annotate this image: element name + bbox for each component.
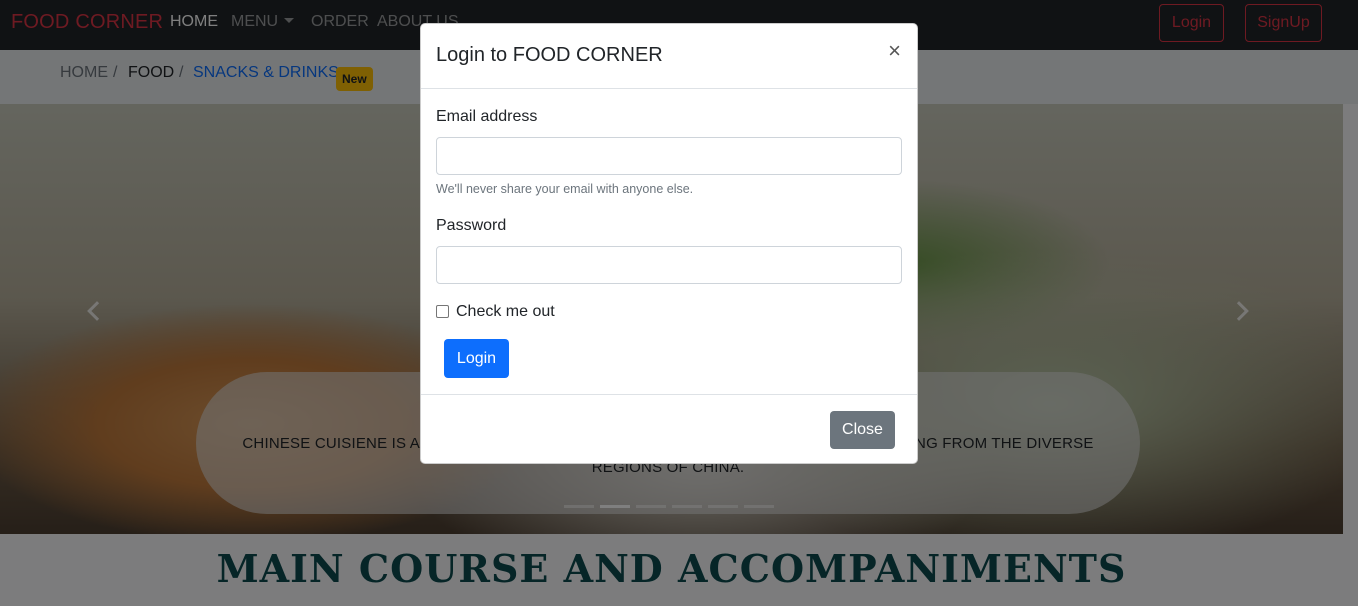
check-me-out-label[interactable]: Check me out <box>456 303 555 321</box>
login-modal: Login to FOOD CORNER × Email address We'… <box>420 23 918 464</box>
check-me-out-checkbox[interactable] <box>436 305 449 318</box>
email-label: Email address <box>436 108 538 125</box>
close-button[interactable]: Close <box>830 411 895 449</box>
modal-header: Login to FOOD CORNER × <box>421 24 917 89</box>
email-field[interactable] <box>436 137 902 175</box>
modal-title: Login to FOOD CORNER <box>436 44 663 66</box>
login-submit-button[interactable]: Login <box>444 339 509 378</box>
modal-footer: Close <box>421 394 917 465</box>
password-label: Password <box>436 217 507 234</box>
close-icon[interactable]: × <box>888 40 901 62</box>
email-help-text: We'll never share your email with anyone… <box>436 182 694 196</box>
password-field[interactable] <box>436 246 902 284</box>
